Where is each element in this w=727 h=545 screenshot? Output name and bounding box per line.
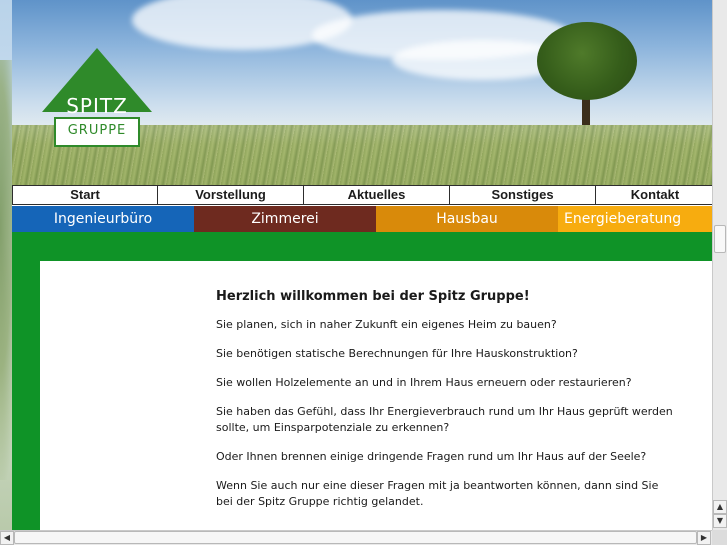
welcome-text: Herzlich willkommen bei der Spitz Gruppe… <box>216 289 676 523</box>
main-nav: Start Vorstellung Aktuelles Sonstiges Ko… <box>12 185 715 205</box>
paragraph: Sie haben das Gefühl, dass Ihr Energieve… <box>216 405 673 434</box>
category-energieberatung[interactable]: Energieberatung <box>558 206 715 232</box>
nav-sonstiges[interactable]: Sonstiges <box>450 185 596 205</box>
paragraph: Sie wollen Holzelemente an und in Ihrem … <box>216 376 632 389</box>
nav-start[interactable]: Start <box>12 185 158 205</box>
nav-kontakt[interactable]: Kontakt <box>596 185 715 205</box>
category-ingenieurbuero[interactable]: Ingenieurbüro <box>12 206 194 232</box>
logo-sub: GRUPPE <box>67 123 127 138</box>
horizontal-scroll-thumb[interactable] <box>14 531 697 544</box>
logo-name: SPITZ <box>66 94 128 118</box>
paragraph: Wenn Sie auch nur eine dieser Fragen mit… <box>216 479 659 508</box>
vertical-scrollbar[interactable] <box>712 0 727 530</box>
paragraph: Oder Ihnen brennen einige dringende Frag… <box>216 450 647 463</box>
page-frame: SPITZ GRUPPE Start Vorstellung Aktuelles… <box>12 0 715 530</box>
scroll-right-arrow-icon[interactable]: ▶ <box>697 531 711 545</box>
scrollbar-corner <box>712 530 727 545</box>
tree-crown <box>537 22 637 100</box>
vertical-scroll-thumb[interactable] <box>714 225 726 253</box>
paragraph: Sie benötigen statische Berechnungen für… <box>216 347 578 360</box>
category-zimmerei[interactable]: Zimmerei <box>194 206 376 232</box>
nav-vorstellung[interactable]: Vorstellung <box>158 185 304 205</box>
category-hausbau[interactable]: Hausbau <box>376 206 558 232</box>
welcome-heading: Herzlich willkommen bei der Spitz Gruppe… <box>216 289 530 304</box>
scroll-left-arrow-icon[interactable]: ◀ <box>0 531 14 545</box>
paragraph: Sie planen, sich in naher Zukunft ein ei… <box>216 318 557 331</box>
spitz-gruppe-logo[interactable]: SPITZ GRUPPE <box>38 46 156 150</box>
scroll-up-arrow-icon[interactable]: ▲ <box>713 500 727 514</box>
category-bar: Ingenieurbüro Zimmerei Hausbau Energiebe… <box>12 206 715 232</box>
content-panel: Herzlich willkommen bei der Spitz Gruppe… <box>40 261 715 530</box>
scroll-down-arrow-icon[interactable]: ▼ <box>713 514 727 528</box>
nav-aktuelles[interactable]: Aktuelles <box>304 185 450 205</box>
header-banner: SPITZ GRUPPE <box>12 0 715 185</box>
